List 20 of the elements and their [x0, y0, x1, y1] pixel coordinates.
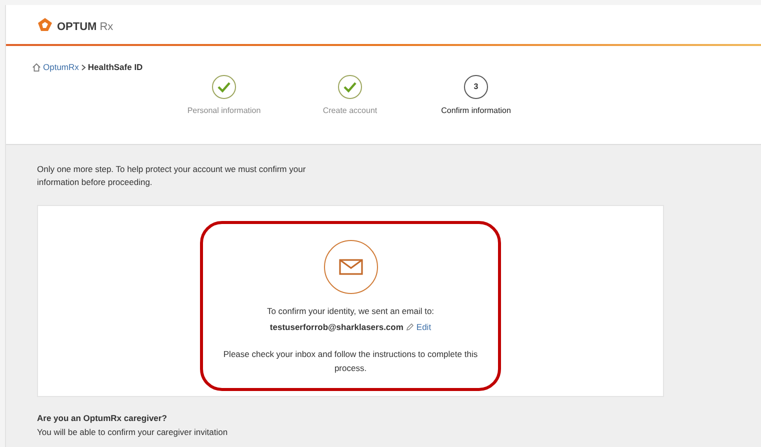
- step-number: 3: [464, 75, 488, 99]
- caregiver-text: You will be able to confirm your caregiver invitation: [37, 426, 229, 438]
- chevron-icon: [80, 64, 86, 70]
- step-label: Confirm information: [441, 105, 511, 117]
- caregiver-heading: Are you an OptumRx caregiver?: [37, 412, 168, 425]
- breadcrumb-link[interactable]: OptumRx: [43, 60, 79, 74]
- intro-text: Only one more step. To help protect your account we must confirm your information before proceeding.: [37, 163, 307, 189]
- pencil-icon: [406, 323, 414, 332]
- confirmation-text: To confirm your identity, we sent an email to:: [266, 305, 434, 318]
- home-icon: [32, 62, 41, 72]
- step-label: Personal information: [187, 105, 261, 117]
- logo-icon: [36, 16, 54, 32]
- envelope-icon: [324, 240, 378, 294]
- step-label: Create account: [322, 105, 378, 117]
- breadcrumb-current: HealthSafe ID: [88, 60, 143, 74]
- logo-text: OPTUM: [57, 22, 97, 33]
- instructions-text: Please check your inbox and follow the instructions to complete this process.: [222, 348, 479, 374]
- edit-link[interactable]: Edit: [406, 320, 432, 334]
- logo-suffix: Rx: [100, 22, 114, 33]
- email-address: testuserforrob@sharklasers.com: [270, 320, 404, 334]
